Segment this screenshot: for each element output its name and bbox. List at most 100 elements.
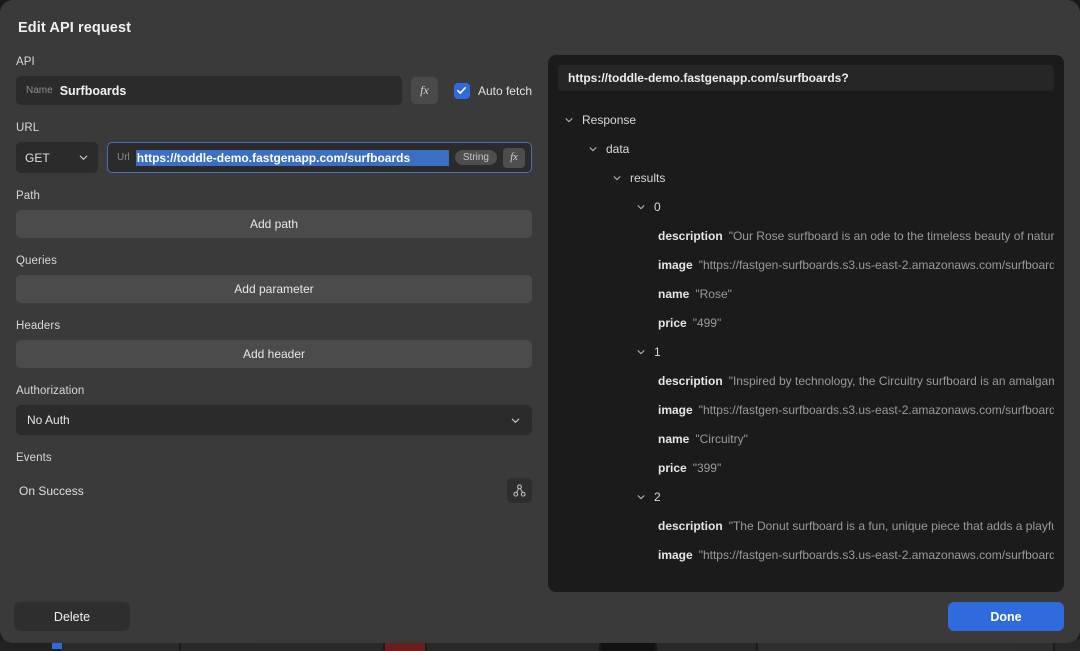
url-input[interactable]: Url https://toddle-demo.fastgenapp.com/s…	[107, 142, 532, 173]
tree-node[interactable]: results	[558, 163, 1054, 192]
url-value: https://toddle-demo.fastgenapp.com/surfb…	[135, 149, 449, 166]
add-parameter-button[interactable]: Add parameter	[16, 275, 532, 303]
tree-leaf-value: "399"	[692, 460, 722, 475]
chevron-down-icon	[613, 175, 621, 180]
authorization-section-label: Authorization	[16, 385, 85, 397]
chevron-down-icon	[565, 117, 573, 122]
auto-fetch-label: Auto fetch	[477, 83, 532, 98]
tree-leaf-value: "https://fastgen-surfboards.s3.us-east-2…	[698, 547, 1054, 562]
tree-leaf-value: "Rose"	[695, 286, 732, 301]
page-title: Edit API request	[18, 20, 132, 36]
chevron-down-icon	[589, 146, 597, 151]
tree-leaf-key: image	[658, 547, 693, 562]
chevron-down-icon	[511, 418, 520, 423]
event-name: On Success	[19, 483, 84, 498]
tree-leaf-value: "https://fastgen-surfboards.s3.us-east-2…	[698, 402, 1054, 417]
url-section-label: URL	[16, 122, 40, 134]
tree-node-label: results	[630, 170, 666, 185]
add-path-button[interactable]: Add path	[16, 210, 532, 238]
headers-section: Headers Add header	[16, 320, 532, 368]
tree-node[interactable]: data	[558, 134, 1054, 163]
auto-fetch-toggle[interactable]: Auto fetch	[453, 82, 532, 99]
events-section-label: Events	[16, 452, 52, 464]
api-section: API Name Surfboards fx Auto fetch	[16, 56, 532, 105]
headers-section-label: Headers	[16, 320, 61, 332]
tree-node-label: data	[606, 141, 630, 156]
url-row: GET Url https://toddle-demo.fastgenapp.c…	[16, 142, 532, 173]
url-formula-button[interactable]: fx	[503, 147, 525, 168]
tree-leaf[interactable]: description "The Donut surfboard is a fun…	[558, 511, 1054, 540]
response-url-bar[interactable]: https://toddle-demo.fastgenapp.com/surfb…	[558, 65, 1054, 91]
tree-leaf-key: description	[658, 518, 723, 533]
chevron-down-icon	[637, 349, 645, 354]
tree-leaf-value: "Circuitry"	[695, 431, 748, 446]
tree-leaf-key: description	[658, 228, 723, 243]
tree-node-label: 1	[654, 344, 661, 359]
api-name-formula-button[interactable]: fx	[410, 77, 438, 104]
chevron-down-icon	[637, 494, 645, 499]
delete-button[interactable]: Delete	[14, 602, 130, 631]
http-method-value: GET	[25, 150, 50, 165]
response-preview-panel: https://toddle-demo.fastgenapp.com/surfb…	[548, 55, 1064, 592]
tree-node-label: 0	[654, 199, 661, 214]
tree-leaf[interactable]: price "399"	[558, 453, 1054, 482]
tree-leaf-value: "https://fastgen-surfboards.s3.us-east-2…	[698, 257, 1054, 272]
tree-leaf-value: "Inspired by technology, the Circuitry s…	[728, 373, 1054, 388]
url-type-badge: String	[454, 150, 497, 165]
tree-leaf[interactable]: price "499"	[558, 308, 1054, 337]
edit-api-request-modal: Edit API request API Name Surfboards fx …	[0, 0, 1080, 643]
api-name-input[interactable]: Name Surfboards	[16, 76, 402, 105]
request-config-column: API Name Surfboards fx Auto fetch URL GE…	[16, 56, 532, 591]
tree-leaf-key: description	[658, 373, 723, 388]
done-button[interactable]: Done	[948, 602, 1064, 631]
tree-node[interactable]: Response	[558, 105, 1054, 134]
add-header-button[interactable]: Add header	[16, 340, 532, 368]
tree-leaf[interactable]: name "Rose"	[558, 279, 1054, 308]
tree-leaf[interactable]: description "Our Rose surfboard is an ode…	[558, 221, 1054, 250]
workflow-icon-button[interactable]	[507, 478, 532, 503]
http-method-select[interactable]: GET	[16, 142, 98, 173]
tree-leaf[interactable]: image "https://fastgen-surfboards.s3.us-e…	[558, 395, 1054, 424]
tree-leaf-key: name	[658, 286, 690, 301]
authorization-value: No Auth	[27, 413, 70, 427]
chevron-down-icon	[79, 155, 88, 160]
tree-node[interactable]: 2	[558, 482, 1054, 511]
queries-section-label: Queries	[16, 255, 57, 267]
tree-leaf[interactable]: name "Circuitry"	[558, 424, 1054, 453]
auto-fetch-checkbox[interactable]	[453, 82, 470, 99]
tree-node[interactable]: 1	[558, 337, 1054, 366]
tree-toggle-icon[interactable]	[610, 171, 624, 185]
api-section-label: API	[16, 56, 35, 68]
tree-leaf-key: image	[658, 402, 693, 417]
api-name-prefix-label: Name	[26, 85, 53, 96]
response-json-tree: Response data results 0 description "Our Rose…	[558, 105, 1054, 569]
tree-leaf-value: "499"	[692, 315, 722, 330]
tree-leaf[interactable]: image "https://fastgen-surfboards.s3.us-e…	[558, 540, 1054, 569]
tree-leaf-key: price	[658, 315, 687, 330]
url-section: URL GET Url https://toddle-demo.fastgena…	[16, 122, 532, 173]
tree-leaf-key: image	[658, 257, 693, 272]
tree-leaf-value: "Our Rose surfboard is an ode to the tim…	[728, 228, 1054, 243]
tree-leaf[interactable]: description "Inspired by technology, the …	[558, 366, 1054, 395]
tree-toggle-icon[interactable]	[634, 490, 648, 504]
tree-toggle-icon[interactable]	[586, 142, 600, 156]
event-row-on-success[interactable]: On Success	[16, 478, 532, 503]
tree-leaf-value: "The Donut surfboard is a fun, unique pi…	[728, 518, 1054, 533]
tree-toggle-icon[interactable]	[634, 200, 648, 214]
path-section: Path Add path	[16, 190, 532, 238]
path-section-label: Path	[16, 190, 41, 202]
authorization-select[interactable]: No Auth	[16, 405, 532, 435]
url-prefix-label: Url	[117, 152, 130, 163]
authorization-section: Authorization No Auth	[16, 385, 532, 435]
tree-node-label: 2	[654, 489, 661, 504]
check-icon	[457, 87, 467, 94]
tree-leaf[interactable]: image "https://fastgen-surfboards.s3.us-e…	[558, 250, 1054, 279]
tree-toggle-icon[interactable]	[562, 113, 576, 127]
tree-node-label: Response	[582, 112, 637, 127]
tree-toggle-icon[interactable]	[634, 345, 648, 359]
tree-node[interactable]: 0	[558, 192, 1054, 221]
chevron-down-icon	[637, 204, 645, 209]
tree-leaf-key: name	[658, 431, 690, 446]
workflow-icon	[513, 484, 526, 497]
events-section: Events On Success	[16, 452, 532, 503]
